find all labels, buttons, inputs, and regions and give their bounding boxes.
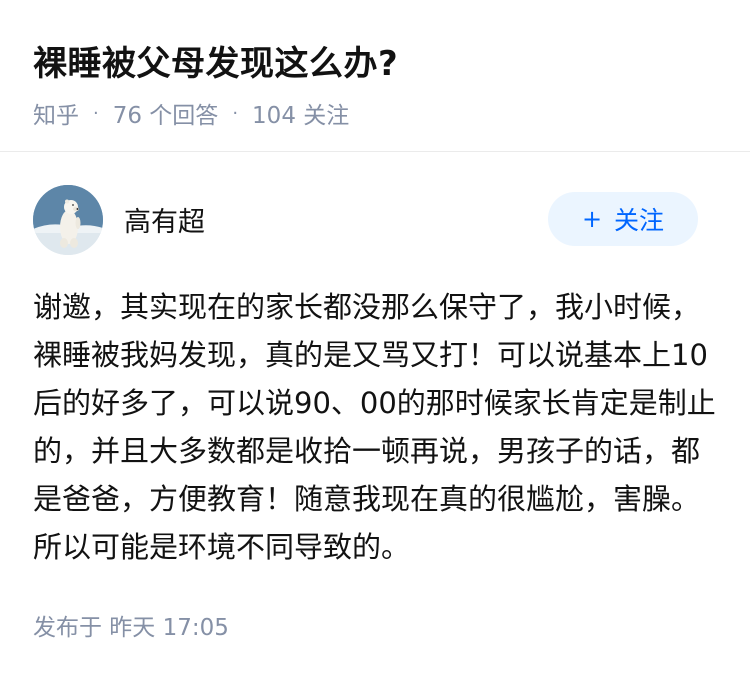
source-label[interactable]: 知乎 <box>33 96 79 130</box>
publish-time: 发布于 昨天 17:05 <box>33 615 229 641</box>
polar-bear-avatar-icon <box>33 185 103 255</box>
follow-button-label: 关注 <box>614 206 665 235</box>
follower-count[interactable]: 104 关注 <box>252 96 349 130</box>
meta-separator: · <box>93 102 99 124</box>
follow-button[interactable]: + 关注 <box>548 192 698 246</box>
answer-count[interactable]: 76 个回答 <box>113 96 219 130</box>
author-name[interactable]: 高有超 <box>124 200 205 239</box>
question-title[interactable]: 裸睡被父母发现这么办? <box>33 36 398 85</box>
avatar[interactable] <box>33 185 103 255</box>
question-header: 裸睡被父母发现这么办? 知乎 · 76 个回答 · 104 关注 <box>0 0 750 152</box>
answer-content: 谢邀，其实现在的家长都没那么保守了，我小时候，裸睡被我妈发现，真的是又骂又打！可… <box>33 290 716 564</box>
plus-icon: + <box>581 205 603 233</box>
author-row: 高有超 + 关注 <box>0 180 750 260</box>
question-meta: 知乎 · 76 个回答 · 104 关注 <box>33 96 349 130</box>
meta-separator: · <box>232 102 239 124</box>
